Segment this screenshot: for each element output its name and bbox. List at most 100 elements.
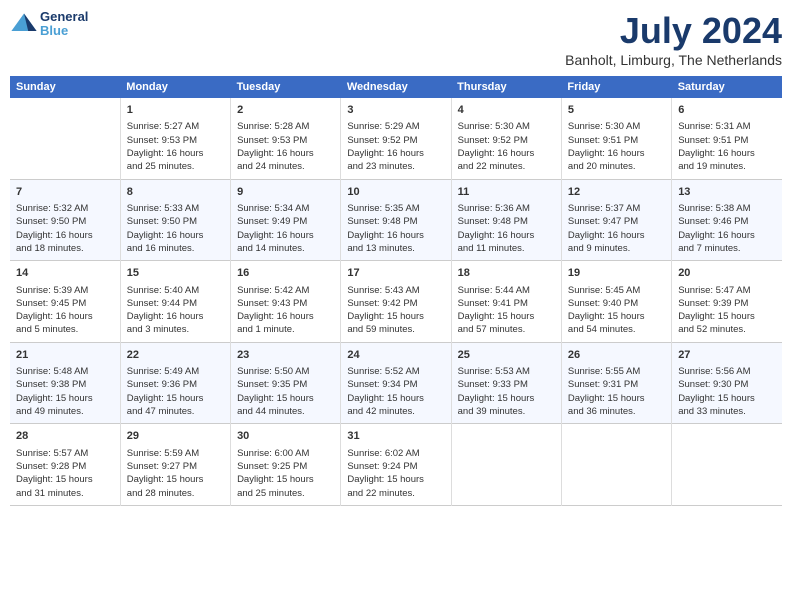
calendar-table: SundayMondayTuesdayWednesdayThursdayFrid… xyxy=(10,76,782,506)
weekday-header: Sunday xyxy=(10,76,120,98)
calendar-cell: 14Sunrise: 5:39 AM Sunset: 9:45 PM Dayli… xyxy=(10,261,120,343)
day-number: 21 xyxy=(16,348,114,363)
day-content: Sunrise: 5:48 AM Sunset: 9:38 PM Dayligh… xyxy=(16,365,114,418)
day-content: Sunrise: 5:44 AM Sunset: 9:41 PM Dayligh… xyxy=(458,284,555,337)
weekday-header: Saturday xyxy=(672,76,782,98)
day-number: 22 xyxy=(127,348,224,363)
day-content: Sunrise: 5:47 AM Sunset: 9:39 PM Dayligh… xyxy=(678,284,776,337)
calendar-cell: 31Sunrise: 6:02 AM Sunset: 9:24 PM Dayli… xyxy=(341,424,451,506)
calendar-cell: 8 Sunrise: 5:33 AM Sunset: 9:50 PM Daylig… xyxy=(120,179,230,261)
calendar-cell: 22 Sunrise: 5:49 AM Sunset: 9:36 PM Dayli… xyxy=(120,342,230,424)
day-number: 9 xyxy=(237,185,334,200)
calendar-cell: 9 Sunrise: 5:34 AM Sunset: 9:49 PM Daylig… xyxy=(231,179,341,261)
day-content: Sunrise: 5:30 AM Sunset: 9:51 PM Dayligh… xyxy=(568,120,665,173)
day-number: 13 xyxy=(678,185,776,200)
calendar-cell: 13 Sunrise: 5:38 AM Sunset: 9:46 PM Dayli… xyxy=(672,179,782,261)
logo: General Blue xyxy=(10,10,88,39)
day-number: 26 xyxy=(568,348,665,363)
month-title: July 2024 xyxy=(565,10,782,52)
calendar-cell: 10Sunrise: 5:35 AM Sunset: 9:48 PM Dayli… xyxy=(341,179,451,261)
day-content: Sunrise: 5:49 AM Sunset: 9:36 PM Dayligh… xyxy=(127,365,224,418)
day-number: 1 xyxy=(127,103,224,118)
day-number: 12 xyxy=(568,185,665,200)
day-content: Sunrise: 5:56 AM Sunset: 9:30 PM Dayligh… xyxy=(678,365,776,418)
day-content: Sunrise: 5:37 AM Sunset: 9:47 PM Dayligh… xyxy=(568,202,665,255)
page-header: General Blue July 2024 Banholt, Limburg,… xyxy=(10,10,782,68)
calendar-cell: 2 Sunrise: 5:28 AM Sunset: 9:53 PM Daylig… xyxy=(231,98,341,179)
day-number: 5 xyxy=(568,103,665,118)
day-content: Sunrise: 5:50 AM Sunset: 9:35 PM Dayligh… xyxy=(237,365,334,418)
day-number: 6 xyxy=(678,103,776,118)
day-number: 2 xyxy=(237,103,334,118)
day-number: 7 xyxy=(16,185,114,200)
day-content: Sunrise: 5:29 AM Sunset: 9:52 PM Dayligh… xyxy=(347,120,444,173)
calendar-body: 1 Sunrise: 5:27 AM Sunset: 9:53 PM Daylig… xyxy=(10,98,782,505)
day-number: 8 xyxy=(127,185,224,200)
logo-text-line2: Blue xyxy=(40,24,88,38)
day-content: Sunrise: 5:53 AM Sunset: 9:33 PM Dayligh… xyxy=(458,365,555,418)
day-content: Sunrise: 5:52 AM Sunset: 9:34 PM Dayligh… xyxy=(347,365,444,418)
day-number: 3 xyxy=(347,103,444,118)
day-content: Sunrise: 5:34 AM Sunset: 9:49 PM Dayligh… xyxy=(237,202,334,255)
calendar-cell: 7 Sunrise: 5:32 AM Sunset: 9:50 PM Daylig… xyxy=(10,179,120,261)
day-number: 18 xyxy=(458,266,555,281)
calendar-cell xyxy=(451,424,561,506)
day-content: Sunrise: 5:39 AM Sunset: 9:45 PM Dayligh… xyxy=(16,284,114,337)
weekday-header: Thursday xyxy=(451,76,561,98)
day-content: Sunrise: 6:00 AM Sunset: 9:25 PM Dayligh… xyxy=(237,447,334,500)
day-content: Sunrise: 5:59 AM Sunset: 9:27 PM Dayligh… xyxy=(127,447,224,500)
day-content: Sunrise: 5:42 AM Sunset: 9:43 PM Dayligh… xyxy=(237,284,334,337)
day-content: Sunrise: 5:36 AM Sunset: 9:48 PM Dayligh… xyxy=(458,202,555,255)
calendar-cell: 23 Sunrise: 5:50 AM Sunset: 9:35 PM Dayli… xyxy=(231,342,341,424)
day-number: 24 xyxy=(347,348,444,363)
title-block: July 2024 Banholt, Limburg, The Netherla… xyxy=(565,10,782,68)
calendar-cell: 24 Sunrise: 5:52 AM Sunset: 9:34 PM Dayli… xyxy=(341,342,451,424)
day-content: Sunrise: 5:57 AM Sunset: 9:28 PM Dayligh… xyxy=(16,447,114,500)
calendar-cell: 18 Sunrise: 5:44 AM Sunset: 9:41 PM Dayli… xyxy=(451,261,561,343)
calendar-cell xyxy=(561,424,671,506)
day-content: Sunrise: 5:30 AM Sunset: 9:52 PM Dayligh… xyxy=(458,120,555,173)
calendar-cell: 16 Sunrise: 5:42 AM Sunset: 9:43 PM Dayli… xyxy=(231,261,341,343)
calendar-cell xyxy=(672,424,782,506)
day-number: 25 xyxy=(458,348,555,363)
day-number: 11 xyxy=(458,185,555,200)
day-content: Sunrise: 5:28 AM Sunset: 9:53 PM Dayligh… xyxy=(237,120,334,173)
day-number: 30 xyxy=(237,429,334,444)
calendar-cell: 20Sunrise: 5:47 AM Sunset: 9:39 PM Dayli… xyxy=(672,261,782,343)
calendar-cell: 3 Sunrise: 5:29 AM Sunset: 9:52 PM Daylig… xyxy=(341,98,451,179)
calendar-cell: 5 Sunrise: 5:30 AM Sunset: 9:51 PM Daylig… xyxy=(561,98,671,179)
logo-text-line1: General xyxy=(40,10,88,24)
day-number: 19 xyxy=(568,266,665,281)
calendar-cell: 12 Sunrise: 5:37 AM Sunset: 9:47 PM Dayli… xyxy=(561,179,671,261)
calendar-cell: 1 Sunrise: 5:27 AM Sunset: 9:53 PM Daylig… xyxy=(120,98,230,179)
day-content: Sunrise: 5:45 AM Sunset: 9:40 PM Dayligh… xyxy=(568,284,665,337)
calendar-cell: 29Sunrise: 5:59 AM Sunset: 9:27 PM Dayli… xyxy=(120,424,230,506)
day-content: Sunrise: 5:38 AM Sunset: 9:46 PM Dayligh… xyxy=(678,202,776,255)
calendar-cell: 21 Sunrise: 5:48 AM Sunset: 9:38 PM Dayli… xyxy=(10,342,120,424)
calendar-cell xyxy=(10,98,120,179)
day-content: Sunrise: 5:40 AM Sunset: 9:44 PM Dayligh… xyxy=(127,284,224,337)
day-content: Sunrise: 5:31 AM Sunset: 9:51 PM Dayligh… xyxy=(678,120,776,173)
day-content: Sunrise: 5:32 AM Sunset: 9:50 PM Dayligh… xyxy=(16,202,114,255)
calendar-cell: 26 Sunrise: 5:55 AM Sunset: 9:31 PM Dayli… xyxy=(561,342,671,424)
calendar-cell: 25 Sunrise: 5:53 AM Sunset: 9:33 PM Dayli… xyxy=(451,342,561,424)
calendar-cell: 30 Sunrise: 6:00 AM Sunset: 9:25 PM Dayli… xyxy=(231,424,341,506)
calendar-cell: 15 Sunrise: 5:40 AM Sunset: 9:44 PM Dayli… xyxy=(120,261,230,343)
location-title: Banholt, Limburg, The Netherlands xyxy=(565,52,782,68)
calendar-cell: 6 Sunrise: 5:31 AM Sunset: 9:51 PM Daylig… xyxy=(672,98,782,179)
weekday-header: Wednesday xyxy=(341,76,451,98)
weekday-header: Tuesday xyxy=(231,76,341,98)
day-content: Sunrise: 5:55 AM Sunset: 9:31 PM Dayligh… xyxy=(568,365,665,418)
day-number: 23 xyxy=(237,348,334,363)
day-number: 10 xyxy=(347,185,444,200)
day-number: 15 xyxy=(127,266,224,281)
calendar-cell: 27Sunrise: 5:56 AM Sunset: 9:30 PM Dayli… xyxy=(672,342,782,424)
calendar-cell: 28 Sunrise: 5:57 AM Sunset: 9:28 PM Dayli… xyxy=(10,424,120,506)
calendar-cell: 4Sunrise: 5:30 AM Sunset: 9:52 PM Daylig… xyxy=(451,98,561,179)
calendar-cell: 17Sunrise: 5:43 AM Sunset: 9:42 PM Dayli… xyxy=(341,261,451,343)
day-content: Sunrise: 5:27 AM Sunset: 9:53 PM Dayligh… xyxy=(127,120,224,173)
day-number: 28 xyxy=(16,429,114,444)
day-content: Sunrise: 5:33 AM Sunset: 9:50 PM Dayligh… xyxy=(127,202,224,255)
day-number: 16 xyxy=(237,266,334,281)
calendar-cell: 19 Sunrise: 5:45 AM Sunset: 9:40 PM Dayli… xyxy=(561,261,671,343)
